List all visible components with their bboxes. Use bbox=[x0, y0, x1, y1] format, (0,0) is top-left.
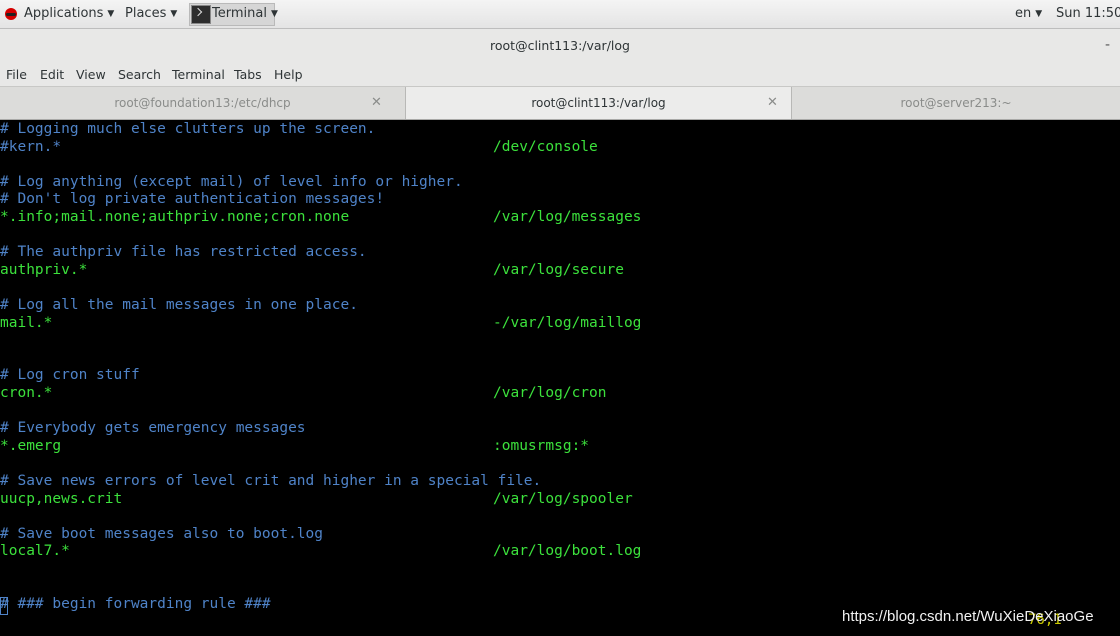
applications-menu[interactable]: Applications ▼ bbox=[24, 0, 114, 28]
menu-bar: File Edit View Search Terminal Tabs Help bbox=[0, 62, 1120, 87]
log-destination: -/var/log/maillog bbox=[493, 314, 642, 331]
chevron-down-icon: ▼ bbox=[107, 9, 115, 19]
comment-line: # Log cron stuff bbox=[0, 367, 140, 384]
tab-label: root@clint113:/var/log bbox=[531, 96, 666, 110]
menu-search[interactable]: Search bbox=[118, 67, 161, 82]
comment-line: # Save news errors of level crit and hig… bbox=[0, 473, 542, 489]
redhat-icon bbox=[5, 8, 17, 20]
menu-file[interactable]: File bbox=[6, 67, 27, 82]
chevron-down-icon: ▼ bbox=[170, 9, 178, 19]
terminal-icon bbox=[191, 5, 211, 24]
config-line: authpriv.* bbox=[0, 261, 88, 278]
tab-label: root@server213:~ bbox=[900, 96, 1012, 110]
minimize-button[interactable]: - bbox=[1105, 29, 1110, 62]
text-cursor bbox=[0, 597, 8, 615]
config-line: local7.* bbox=[0, 543, 70, 560]
clock[interactable]: Sun 11:50 bbox=[1056, 0, 1120, 28]
watermark: https://blog.csdn.net/WuXieDeXiaoGe bbox=[842, 608, 1094, 625]
menu-tabs[interactable]: Tabs bbox=[234, 67, 262, 82]
terminal-app-menu[interactable]: Terminal ▼ bbox=[212, 0, 278, 28]
comment-line: # Log anything (except mail) of level in… bbox=[0, 173, 463, 190]
comment-line: # Logging much else clutters up the scre… bbox=[0, 121, 376, 137]
config-line: mail.* bbox=[0, 314, 53, 331]
comment-line: # Don't log private authentication messa… bbox=[0, 191, 385, 208]
places-menu[interactable]: Places ▼ bbox=[125, 0, 177, 28]
menu-terminal[interactable]: Terminal bbox=[172, 67, 225, 82]
config-line: uucp,news.crit bbox=[0, 490, 123, 507]
log-destination: /var/log/boot.log bbox=[493, 543, 642, 560]
chevron-down-icon: ▼ bbox=[1035, 9, 1043, 19]
log-destination: /var/log/spooler bbox=[493, 490, 633, 507]
comment-line: #kern.* bbox=[0, 138, 62, 155]
tab-clint113[interactable]: root@clint113:/var/log bbox=[405, 87, 792, 119]
language-label: en bbox=[1015, 6, 1032, 21]
comment-line: # Log all the mail messages in one place… bbox=[0, 297, 358, 313]
close-icon[interactable]: ✕ bbox=[767, 95, 778, 110]
chevron-down-icon: ▼ bbox=[270, 9, 278, 19]
comment-line: # Save boot messages also to boot.log bbox=[0, 525, 324, 542]
language-selector[interactable]: en ▼ bbox=[1015, 0, 1042, 28]
comment-line: # Everybody gets emergency messages bbox=[0, 420, 306, 437]
window-title: root@clint113:/var/log bbox=[490, 38, 630, 53]
config-line: *.info;mail.none;authpriv.none;cron.none bbox=[0, 209, 350, 225]
tab-foundation13[interactable]: root@foundation13:/etc/dhcp bbox=[0, 87, 405, 119]
close-icon[interactable]: ✕ bbox=[371, 95, 382, 110]
system-top-bar: Applications ▼ Places ▼ Terminal ▼ en ▼ Sun … bbox=[0, 0, 1120, 29]
window-titlebar[interactable]: root@clint113:/var/log - bbox=[0, 29, 1120, 62]
tab-bar: root@foundation13:/etc/dhcp ✕ root@clint… bbox=[0, 87, 1120, 120]
menu-help[interactable]: Help bbox=[274, 67, 303, 82]
menu-view[interactable]: View bbox=[76, 67, 106, 82]
menu-edit[interactable]: Edit bbox=[40, 67, 64, 82]
clock-label: Sun 11:50 bbox=[1056, 6, 1120, 21]
tab-label: root@foundation13:/etc/dhcp bbox=[114, 96, 291, 110]
terminal-label: Terminal bbox=[212, 6, 267, 21]
log-destination: /dev/console bbox=[493, 138, 598, 155]
config-line: cron.* bbox=[0, 385, 53, 401]
tab-server213[interactable]: root@server213:~ bbox=[792, 87, 1120, 119]
applications-label: Applications bbox=[24, 6, 104, 21]
comment-line: # The authpriv file has restricted acces… bbox=[0, 244, 367, 261]
log-destination: /var/log/cron bbox=[493, 385, 607, 401]
log-destination: /var/log/secure bbox=[493, 261, 624, 278]
comment-line: # ### begin forwarding rule ### bbox=[0, 596, 271, 613]
config-line: *.emerg bbox=[0, 437, 62, 454]
log-destination: /var/log/messages bbox=[493, 209, 642, 225]
places-label: Places bbox=[125, 6, 167, 21]
terminal-output[interactable]: # Logging much else clutters up the scre… bbox=[0, 120, 1120, 636]
log-destination: :omusrmsg:* bbox=[493, 437, 590, 454]
